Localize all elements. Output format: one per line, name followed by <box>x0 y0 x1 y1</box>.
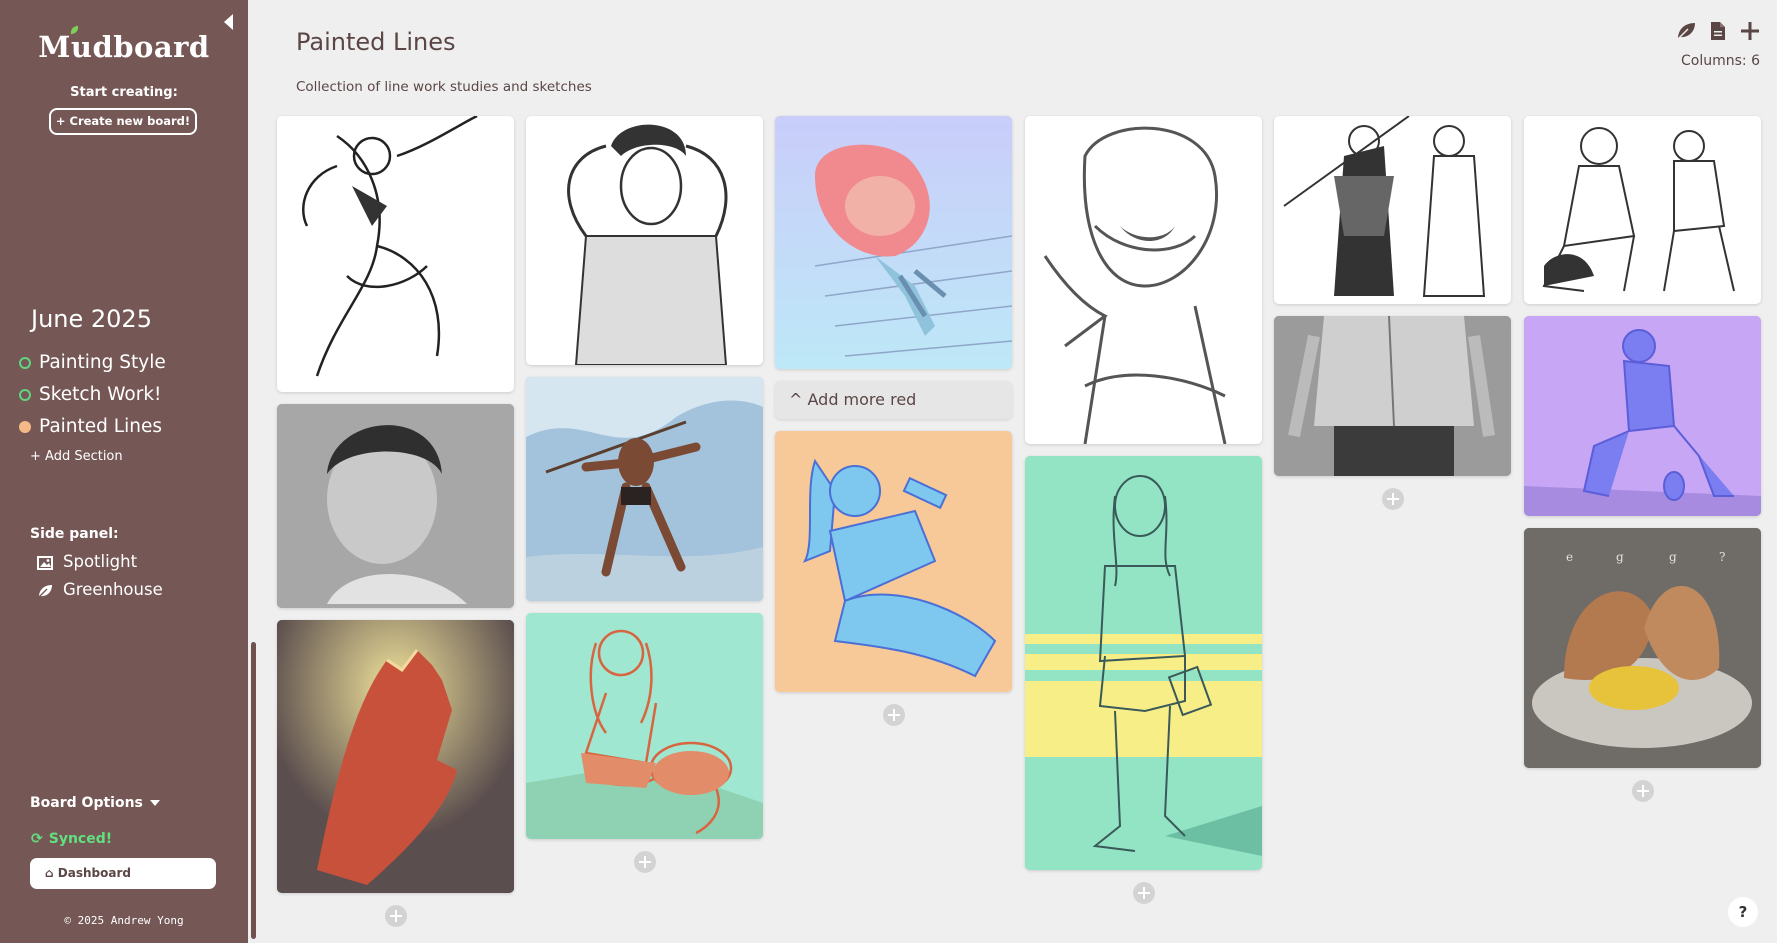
file-icon[interactable] <box>1707 20 1729 42</box>
board-column-6: e g g? <box>1524 116 1761 802</box>
image-card[interactable] <box>277 116 514 392</box>
svg-text:?: ? <box>1719 550 1725 564</box>
add-item-button[interactable] <box>1132 882 1155 904</box>
app-logo[interactable]: Mudboard <box>0 25 248 64</box>
image-card[interactable] <box>1274 116 1511 304</box>
board-column-2 <box>526 116 763 873</box>
image-card[interactable] <box>277 404 514 608</box>
image-card[interactable] <box>1274 316 1511 476</box>
board-column-3: ^ Add more red <box>775 116 1012 726</box>
section-label: Painted Lines <box>39 416 162 437</box>
section-item-sketch-work[interactable]: Sketch Work! <box>19 384 161 405</box>
add-section-button[interactable]: + Add Section <box>30 449 123 464</box>
svg-text:g: g <box>1616 550 1624 564</box>
sidebar: Mudboard Start creating: + Create new bo… <box>0 0 248 943</box>
image-card[interactable] <box>775 116 1012 369</box>
image-card[interactable] <box>1524 316 1761 516</box>
image-card[interactable] <box>277 620 514 893</box>
dashboard-button[interactable]: ⌂ Dashboard <box>30 858 216 889</box>
page-title: Painted Lines <box>296 28 456 56</box>
section-active-icon <box>19 420 31 433</box>
board-options-label: Board Options <box>30 795 143 811</box>
section-item-painting-style[interactable]: Painting Style <box>19 352 166 373</box>
sync-status-label: Synced! <box>48 831 113 847</box>
home-icon: ⌂ <box>45 866 58 880</box>
panel-item-label: Spotlight <box>63 552 138 571</box>
side-panel-label: Side panel: <box>30 526 119 542</box>
add-item-button[interactable] <box>633 851 656 873</box>
sidebar-scrollbar[interactable] <box>251 642 256 939</box>
leaf-icon <box>37 583 53 597</box>
section-label: Painting Style <box>39 352 166 373</box>
svg-text:e: e <box>1566 550 1573 564</box>
board-toolbar <box>1675 20 1761 42</box>
section-item-painted-lines[interactable]: Painted Lines <box>19 416 162 437</box>
note-card[interactable]: ^ Add more red <box>775 381 1012 419</box>
board-column-4 <box>1025 116 1262 904</box>
add-item-button[interactable] <box>882 704 905 726</box>
image-card[interactable] <box>1025 456 1262 870</box>
app-name: Mudboard <box>38 30 210 64</box>
chevron-down-icon <box>149 800 160 806</box>
image-card[interactable] <box>526 377 763 601</box>
image-icon <box>37 555 53 570</box>
create-board-button[interactable]: + Create new board! <box>49 108 197 135</box>
image-card[interactable]: e g g? <box>1524 528 1761 768</box>
month-heading: June 2025 <box>31 305 152 333</box>
image-card[interactable] <box>526 613 763 839</box>
copyright: © 2025 Andrew Yong <box>64 914 184 927</box>
add-item-button[interactable] <box>1381 488 1404 510</box>
image-card[interactable] <box>526 116 763 365</box>
leaf-icon[interactable] <box>1675 20 1697 42</box>
sync-status: ⟳ Synced! <box>31 831 112 847</box>
page-subtitle: Collection of line work studies and sket… <box>296 79 592 95</box>
svg-text:g: g <box>1669 550 1677 564</box>
start-creating-label: Start creating: <box>70 85 178 100</box>
board-column-1 <box>277 116 514 927</box>
help-button[interactable]: ? <box>1728 897 1758 927</box>
panel-item-spotlight[interactable]: Spotlight <box>37 552 137 571</box>
board-column-5 <box>1274 116 1511 510</box>
panel-item-label: Greenhouse <box>63 580 163 599</box>
add-item-button[interactable] <box>1631 780 1654 802</box>
add-item-button[interactable] <box>384 905 407 927</box>
image-card[interactable] <box>1025 116 1262 444</box>
collapse-sidebar-icon[interactable] <box>224 14 233 30</box>
columns-count[interactable]: Columns: 6 <box>1681 53 1760 69</box>
image-card[interactable] <box>1524 116 1761 304</box>
panel-item-greenhouse[interactable]: Greenhouse <box>37 580 163 599</box>
note-text: ^ Add more red <box>789 390 917 409</box>
section-label: Sketch Work! <box>39 384 162 405</box>
section-status-icon <box>19 356 31 369</box>
sync-icon: ⟳ <box>31 831 43 847</box>
plus-icon[interactable] <box>1739 20 1761 42</box>
image-card[interactable] <box>775 431 1012 692</box>
dashboard-label: Dashboard <box>57 866 131 880</box>
section-status-icon <box>19 388 31 401</box>
board-options-dropdown[interactable]: Board Options <box>30 795 160 811</box>
